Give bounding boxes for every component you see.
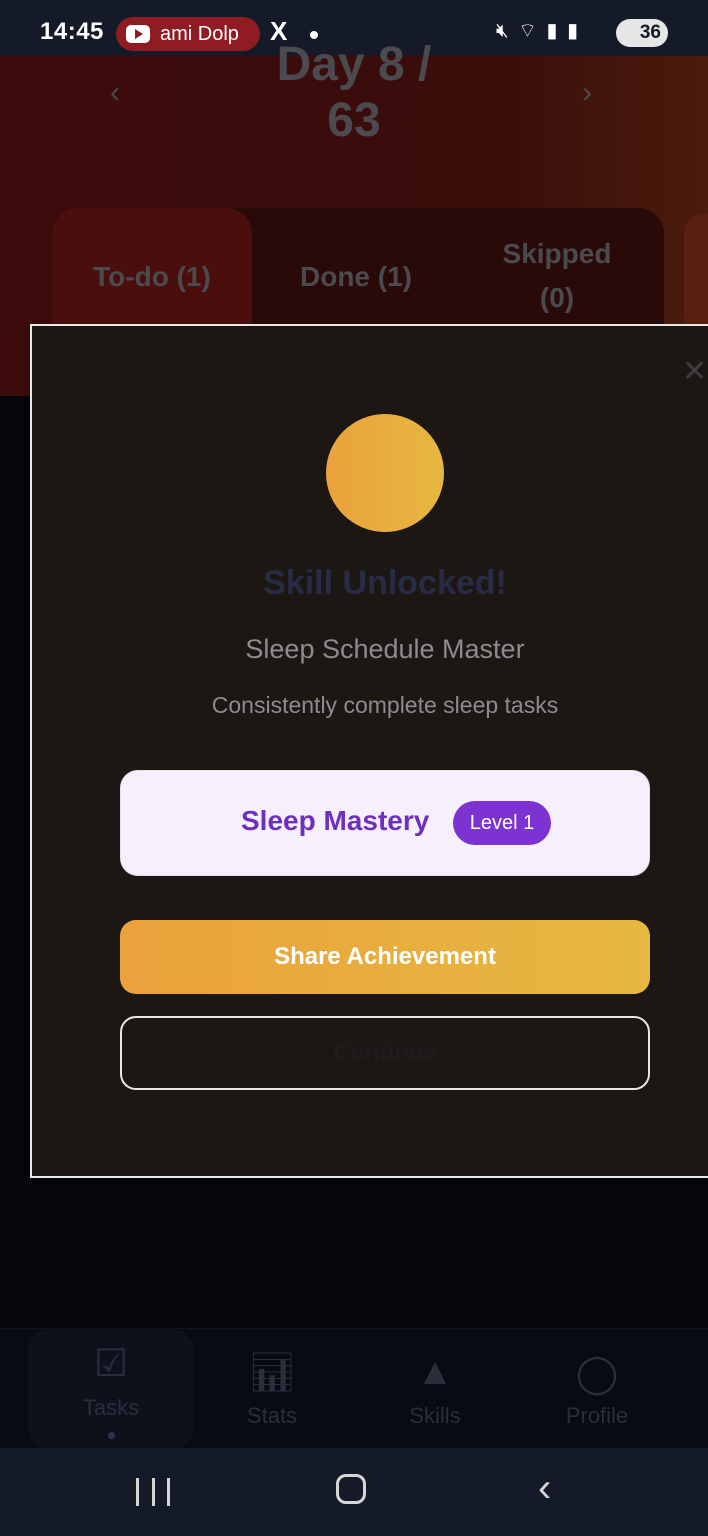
nav-tasks[interactable]: ☑ Tasks: [28, 1329, 194, 1449]
tab-overflow-edge: [684, 214, 708, 334]
dialog-description: Consistently complete sleep tasks: [211, 692, 559, 718]
continue-button[interactable]: Continue: [120, 1016, 650, 1090]
skill-card: Sleep Mastery Level 1: [120, 770, 650, 876]
nav-label: Stats: [246, 1403, 298, 1428]
nav-stats[interactable]: 📊︎ Stats: [192, 1329, 352, 1449]
person-icon: ◯: [575, 1353, 619, 1395]
day-counter: Day 8 / 63: [0, 38, 708, 152]
nav-label: Profile: [565, 1403, 629, 1428]
next-day-button[interactable]: ›: [582, 76, 592, 110]
level-badge: Level 1: [453, 801, 551, 845]
tree-icon: ▲: [416, 1351, 454, 1393]
nav-profile[interactable]: ◯ Profile: [517, 1329, 677, 1449]
recent-apps-button[interactable]: [136, 1478, 170, 1508]
bottom-nav: ☑ Tasks 📊︎ Stats ▲ Skills ◯ Profile: [0, 1328, 708, 1449]
close-icon[interactable]: ✕: [682, 354, 707, 389]
active-indicator-dot: [108, 1432, 115, 1439]
recent-bar: [151, 1478, 155, 1506]
day-total: 63: [327, 94, 381, 147]
tab-label: To-do (1): [93, 261, 211, 292]
day-label: Day 8 /: [276, 38, 432, 91]
skill-name: Sleep Mastery: [241, 805, 430, 836]
nav-label: Tasks: [82, 1395, 140, 1420]
dialog-title: Skill Unlocked!: [263, 564, 507, 602]
medal-icon: [326, 414, 444, 532]
nav-skills[interactable]: ▲ Skills: [355, 1329, 515, 1449]
share-achievement-button[interactable]: Share Achievement: [120, 920, 650, 994]
prev-day-button[interactable]: ‹: [110, 76, 120, 110]
system-nav-bar: ‹: [0, 1448, 708, 1536]
home-button[interactable]: [336, 1474, 366, 1504]
nav-label: Skills: [409, 1403, 461, 1428]
tab-label: Done (1): [300, 261, 412, 292]
dialog-subtitle: Sleep Schedule Master: [245, 634, 525, 664]
recent-bar: [136, 1478, 139, 1506]
recent-bar: [167, 1478, 170, 1506]
checkbox-icon: ☑: [93, 1343, 129, 1385]
back-button[interactable]: ‹: [538, 1466, 551, 1511]
bar-chart-icon: 📊︎: [247, 1352, 297, 1394]
tab-label: Skipped (0): [502, 238, 612, 313]
skill-unlocked-dialog: ✕ Skill Unlocked! Sleep Schedule Master …: [30, 324, 708, 1178]
